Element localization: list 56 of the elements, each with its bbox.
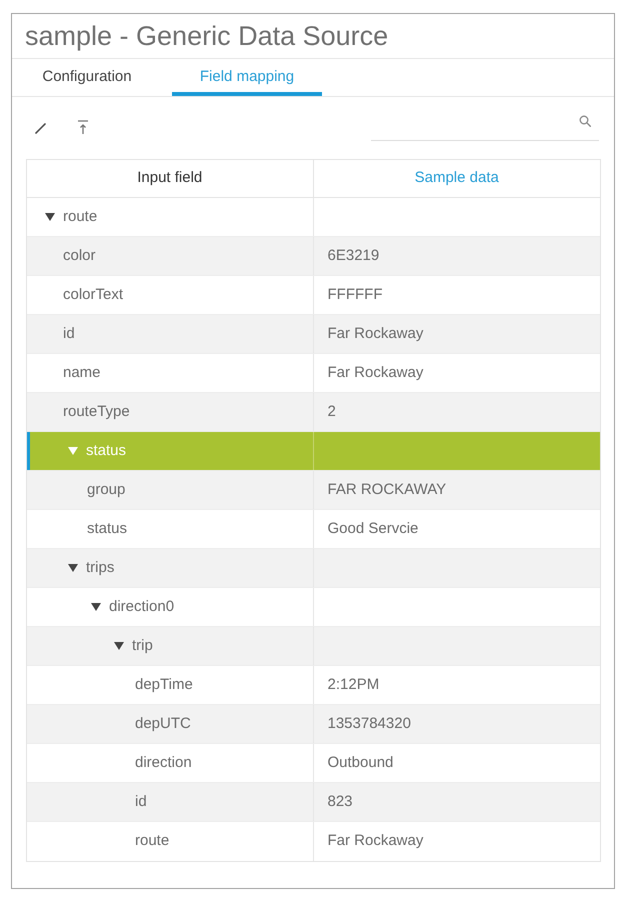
align-top-icon[interactable] — [77, 120, 89, 135]
field-name: direction — [135, 752, 192, 773]
column-header[interactable]: Input field — [137, 167, 202, 190]
window-title: sample - Generic Data Source — [25, 22, 388, 50]
field-name: depTime — [135, 674, 193, 695]
field-name: route — [63, 206, 98, 227]
caret-down-icon[interactable] — [68, 564, 78, 572]
caret-down-icon[interactable] — [114, 642, 124, 650]
tree-row[interactable]: trip — [27, 627, 600, 666]
field-name: colorText — [63, 284, 124, 305]
field-name: id — [63, 324, 75, 344]
tree-row[interactable]: route — [27, 198, 600, 237]
tree-row[interactable]: status Good Servcie — [27, 510, 600, 549]
field-name: depUTC — [135, 714, 191, 734]
tree-row[interactable]: group FAR ROCKAWAY — [27, 471, 600, 510]
field-name: direction0 — [109, 596, 174, 617]
tree-row[interactable]: direction Outbound — [27, 744, 600, 783]
field-name: trips — [86, 558, 114, 578]
field-name: group — [87, 480, 126, 500]
tab[interactable]: Configuration — [12, 59, 162, 96]
field-name: route — [135, 831, 170, 852]
sample-value: 2:12PM — [328, 674, 380, 695]
tree-row[interactable]: colorText FFFFFF — [27, 276, 600, 315]
field-name: name — [63, 362, 101, 383]
sample-value: FAR ROCKAWAY — [328, 480, 446, 500]
pencil-icon[interactable] — [35, 122, 47, 134]
tree-row[interactable]: id 823 — [27, 783, 600, 822]
field-name: id — [135, 792, 147, 812]
sample-value: 1353784320 — [328, 714, 411, 734]
search-icon[interactable] — [579, 114, 591, 126]
tree-row[interactable]: name Far Rockaway — [27, 354, 600, 393]
tree-row[interactable]: color 6E3219 — [27, 237, 600, 276]
sample-value: Good Servcie — [328, 518, 418, 539]
tree-row[interactable]: depUTC 1353784320 — [27, 705, 600, 744]
sample-value: Outbound — [328, 752, 394, 773]
caret-down-icon[interactable] — [91, 603, 101, 611]
field-name: trip — [132, 636, 153, 656]
sample-value: Far Rockaway — [328, 362, 424, 383]
field-name: routeType — [63, 402, 130, 422]
column-header[interactable]: Sample data — [414, 167, 499, 190]
tree-row[interactable]: direction0 — [27, 588, 600, 627]
tree-row[interactable]: depTime 2:12PM — [27, 666, 600, 705]
sample-value: 2 — [328, 402, 336, 422]
tree-row[interactable]: routeType 2 — [27, 393, 600, 432]
caret-down-icon[interactable] — [45, 213, 55, 221]
tab[interactable]: Field mapping — [172, 59, 322, 96]
sample-value: Far Rockaway — [328, 831, 424, 852]
sample-value: Far Rockaway — [328, 324, 424, 344]
sample-value: 6E3219 — [328, 246, 380, 266]
tree-row[interactable]: id Far Rockaway — [27, 315, 600, 354]
field-name: color — [63, 246, 96, 266]
sample-value: 823 — [328, 792, 353, 812]
tree-row[interactable]: trips — [27, 549, 600, 588]
sample-value: FFFFFF — [328, 284, 382, 305]
field-name: status — [86, 440, 126, 461]
field-name: status — [87, 518, 128, 539]
